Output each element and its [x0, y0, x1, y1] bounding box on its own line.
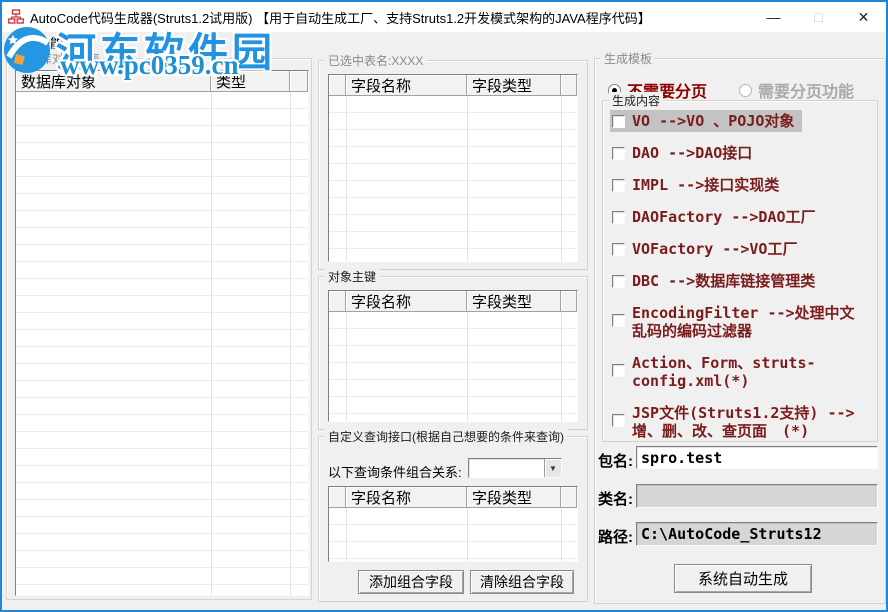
checkbox-item-dbc[interactable]: DBC -->数据库链接管理类: [610, 270, 823, 292]
content-group-label: 生成内容: [609, 92, 663, 109]
maximize-button: □: [796, 2, 841, 32]
checkbox[interactable]: [612, 275, 625, 288]
checkbox-item-impl[interactable]: IMPL -->接口实现类: [610, 174, 787, 196]
column-separator: [561, 508, 562, 561]
column-header-spacer: [329, 291, 346, 312]
column-separator: [467, 312, 468, 421]
checkbox[interactable]: [612, 414, 625, 427]
checkbox-label: VO -->VO 、POJO对象: [632, 112, 794, 130]
window-title: AutoCode代码生成器(Struts1.2试用版) 【用于自动生成工厂、支持…: [30, 8, 651, 27]
generate-button[interactable]: 系统自动生成: [674, 564, 812, 593]
checkbox[interactable]: [612, 115, 625, 128]
column-header-type[interactable]: 类型: [211, 71, 290, 92]
column-separator: [346, 508, 347, 561]
class-name-input: [636, 484, 878, 508]
column-header-spacer: [561, 75, 577, 96]
column-header-spacer: [561, 291, 577, 312]
checkbox-item-vofactory[interactable]: VOFactory -->VO工厂: [610, 238, 805, 260]
close-button[interactable]: ✕: [841, 2, 886, 32]
column-header-spacer: [329, 487, 346, 508]
column-header-spacer: [329, 75, 346, 96]
checkbox-label: JSP文件(Struts1.2支持) --> 增、删、改、查页面 (*): [632, 404, 866, 440]
checkbox-item-encodingfilter[interactable]: EncodingFilter -->处理中文乱码的编码过滤器: [610, 302, 874, 342]
add-combo-field-button[interactable]: 添加组合字段: [358, 570, 464, 594]
column-separator: [290, 92, 291, 595]
checkbox-item-daofactory[interactable]: DAOFactory -->DAO工厂: [610, 206, 824, 228]
radio-need-paging-label: 需要分页功能: [758, 78, 854, 102]
window-controls: — □ ✕: [751, 2, 886, 32]
checkbox-label: Action、Form、struts-config.xml(*): [632, 354, 866, 390]
column-separator: [346, 96, 347, 261]
path-label: 路径:: [598, 526, 633, 547]
query-condition-label: 以下查询条件组合关系:: [328, 462, 462, 481]
app-icon: [8, 9, 24, 25]
primary-key-group-label: 对象主键: [325, 268, 379, 285]
radio-need-paging: 需要分页功能: [739, 78, 854, 102]
table-header: 字段名称 字段类型: [329, 291, 577, 312]
column-separator: [467, 96, 468, 261]
database-objects-list[interactable]: [16, 92, 308, 595]
template-group-label: 生成模板: [601, 50, 655, 67]
column-separator: [561, 312, 562, 421]
selected-table-group-label: 已选中表名:XXXX: [325, 52, 426, 69]
column-header-spacer: [290, 71, 308, 92]
selected-table-fields-list[interactable]: [329, 96, 577, 261]
column-header-field-name[interactable]: 字段名称: [346, 291, 467, 312]
table-header: 字段名称 字段类型: [329, 487, 577, 508]
minimize-button[interactable]: —: [751, 2, 796, 32]
column-header-field-name[interactable]: 字段名称: [346, 75, 467, 96]
checkbox[interactable]: [612, 364, 625, 377]
column-header-object[interactable]: 数据库对象: [16, 71, 211, 92]
checkbox-label: DAOFactory -->DAO工厂: [632, 208, 816, 226]
checkbox-item-dao[interactable]: DAO -->DAO接口: [610, 142, 760, 164]
checkbox[interactable]: [612, 314, 625, 327]
path-input: [636, 522, 878, 546]
chevron-down-icon[interactable]: ▼: [544, 459, 561, 477]
table-header: 数据库对象 类型: [16, 71, 308, 92]
column-separator: [346, 312, 347, 421]
clear-combo-field-button[interactable]: 清除组合字段: [470, 570, 574, 594]
radio-icon: [739, 84, 752, 97]
primary-key-list[interactable]: [329, 312, 577, 421]
condition-relation-select[interactable]: ▼: [468, 458, 562, 478]
column-header-field-type[interactable]: 字段类型: [467, 75, 561, 96]
custom-query-group-label: 自定义查询接口(根据自己想要的条件来查询): [325, 428, 567, 445]
checkbox-label: IMPL -->接口实现类: [632, 176, 779, 194]
package-name-label: 包名:: [598, 450, 633, 471]
checkbox-list: VO -->VO 、POJO对象 DAO -->DAO接口 IMPL -->接口…: [610, 110, 874, 442]
app-window: AutoCode代码生成器(Struts1.2试用版) 【用于自动生成工厂、支持…: [0, 0, 888, 612]
column-separator: [467, 508, 468, 561]
checkbox-label: VOFactory -->VO工厂: [632, 240, 797, 258]
checkbox[interactable]: [612, 147, 625, 160]
checkbox-label: EncodingFilter -->处理中文乱码的编码过滤器: [632, 304, 866, 340]
table-header: 字段名称 字段类型: [329, 75, 577, 96]
checkbox[interactable]: [612, 211, 625, 224]
database-objects-group-label: 数据库对象列表: [13, 50, 103, 67]
column-header-spacer: [561, 487, 577, 508]
menu-bar: 系统功能: [2, 32, 886, 56]
class-name-label: 类名:: [598, 488, 633, 509]
selected-table-fields-table: 字段名称 字段类型: [328, 74, 578, 262]
checkbox[interactable]: [612, 179, 625, 192]
custom-query-list[interactable]: [329, 508, 577, 561]
column-separator: [211, 92, 212, 595]
checkbox-label: DAO -->DAO接口: [632, 144, 752, 162]
checkbox[interactable]: [612, 243, 625, 256]
condition-relation-value: [469, 459, 544, 477]
custom-query-table: 字段名称 字段类型: [328, 486, 578, 562]
database-objects-table: 数据库对象 类型: [15, 70, 309, 596]
checkbox-label: DBC -->数据库链接管理类: [632, 272, 815, 290]
package-name-input[interactable]: [636, 446, 878, 469]
column-header-field-name[interactable]: 字段名称: [346, 487, 467, 508]
checkbox-item-action-form[interactable]: Action、Form、struts-config.xml(*): [610, 352, 874, 392]
column-header-field-type[interactable]: 字段类型: [467, 487, 561, 508]
primary-key-table: 字段名称 字段类型: [328, 290, 578, 422]
column-separator: [561, 96, 562, 261]
title-bar: AutoCode代码生成器(Struts1.2试用版) 【用于自动生成工厂、支持…: [2, 2, 886, 32]
checkbox-item-vo[interactable]: VO -->VO 、POJO对象: [610, 110, 802, 132]
checkbox-item-jsp[interactable]: JSP文件(Struts1.2支持) --> 增、删、改、查页面 (*): [610, 402, 874, 442]
column-header-field-type[interactable]: 字段类型: [467, 291, 561, 312]
